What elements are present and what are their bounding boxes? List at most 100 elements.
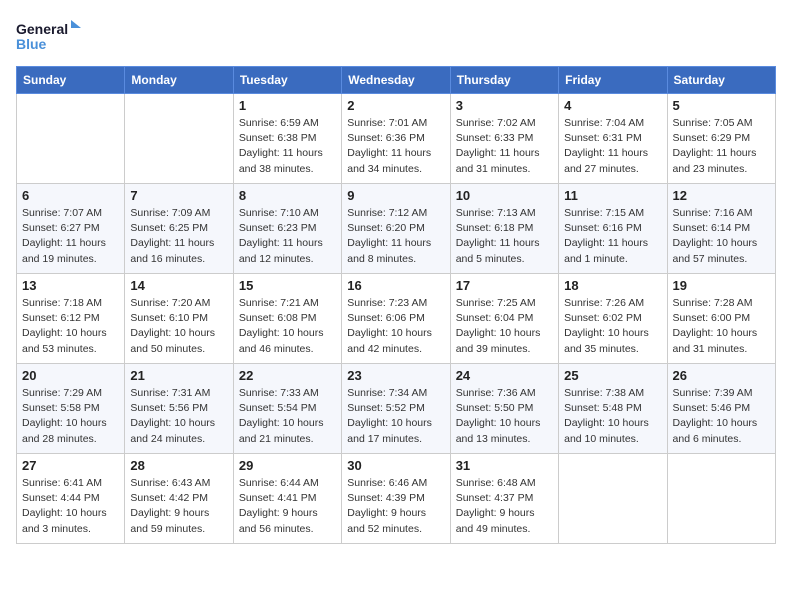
- calendar-cell: 18Sunrise: 7:26 AM Sunset: 6:02 PM Dayli…: [559, 274, 667, 364]
- day-number: 25: [564, 368, 661, 383]
- day-number: 8: [239, 188, 336, 203]
- day-number: 28: [130, 458, 227, 473]
- day-number: 5: [673, 98, 770, 113]
- day-info: Sunrise: 7:02 AM Sunset: 6:33 PM Dayligh…: [456, 116, 553, 177]
- calendar-cell: 4 Sunrise: 7:04 AM Sunset: 6:31 PM Daylig…: [559, 94, 667, 184]
- logo-svg: GeneralBlue: [16, 16, 86, 58]
- day-number: 29: [239, 458, 336, 473]
- day-number: 23: [347, 368, 444, 383]
- day-info: Sunrise: 7:39 AM Sunset: 5:46 PM Dayligh…: [673, 386, 770, 447]
- calendar-cell: 15 Sunrise: 7:21 AM Sunset: 6:08 PM Dayli…: [233, 274, 341, 364]
- day-number: 22: [239, 368, 336, 383]
- calendar-week-3: 13 Sunrise: 7:18 AM Sunset: 6:12 PM Dayli…: [17, 274, 776, 364]
- day-info: Sunrise: 7:18 AM Sunset: 6:12 PM Dayligh…: [22, 296, 119, 357]
- day-number: 9: [347, 188, 444, 203]
- day-info: Sunrise: 7:01 AM Sunset: 6:36 PM Dayligh…: [347, 116, 444, 177]
- day-number: 2: [347, 98, 444, 113]
- day-info: Sunrise: 7:20 AM Sunset: 6:10 PM Dayligh…: [130, 296, 227, 357]
- day-number: 16: [347, 278, 444, 293]
- day-info: Sunrise: 7:05 AM Sunset: 6:29 PM Dayligh…: [673, 116, 770, 177]
- day-number: 30: [347, 458, 444, 473]
- calendar-cell: 28 Sunrise: 6:43 AM Sunset: 4:42 PM Dayli…: [125, 454, 233, 544]
- day-info: Sunrise: 7:13 AM Sunset: 6:18 PM Dayligh…: [456, 206, 553, 267]
- day-info: Sunrise: 6:41 AM Sunset: 4:44 PM Dayligh…: [22, 476, 119, 537]
- day-info: Sunrise: 7:36 AM Sunset: 5:50 PM Dayligh…: [456, 386, 553, 447]
- day-number: 11: [564, 188, 661, 203]
- page-header: GeneralBlue: [16, 16, 776, 58]
- calendar-cell: 9 Sunrise: 7:12 AM Sunset: 6:20 PM Daylig…: [342, 184, 450, 274]
- day-info: Sunrise: 6:46 AM Sunset: 4:39 PM Dayligh…: [347, 476, 444, 537]
- calendar-cell: 25 Sunrise: 7:38 AM Sunset: 5:48 PM Dayli…: [559, 364, 667, 454]
- col-header-friday: Friday: [559, 67, 667, 94]
- calendar-cell: 22 Sunrise: 7:33 AM Sunset: 5:54 PM Dayli…: [233, 364, 341, 454]
- calendar-cell: 29Sunrise: 6:44 AM Sunset: 4:41 PM Dayli…: [233, 454, 341, 544]
- calendar-cell: 14 Sunrise: 7:20 AM Sunset: 6:10 PM Dayli…: [125, 274, 233, 364]
- day-number: 14: [130, 278, 227, 293]
- calendar-cell: 24Sunrise: 7:36 AM Sunset: 5:50 PM Dayli…: [450, 364, 558, 454]
- calendar-week-2: 6 Sunrise: 7:07 AM Sunset: 6:27 PM Daylig…: [17, 184, 776, 274]
- day-info: Sunrise: 7:15 AM Sunset: 6:16 PM Dayligh…: [564, 206, 661, 267]
- col-header-sunday: Sunday: [17, 67, 125, 94]
- day-number: 31: [456, 458, 553, 473]
- day-number: 17: [456, 278, 553, 293]
- calendar-cell: 23 Sunrise: 7:34 AM Sunset: 5:52 PM Dayli…: [342, 364, 450, 454]
- day-number: 15: [239, 278, 336, 293]
- svg-text:Blue: Blue: [16, 36, 47, 52]
- svg-text:General: General: [16, 21, 68, 37]
- day-number: 10: [456, 188, 553, 203]
- day-info: Sunrise: 7:38 AM Sunset: 5:48 PM Dayligh…: [564, 386, 661, 447]
- day-number: 13: [22, 278, 119, 293]
- calendar-cell: [667, 454, 775, 544]
- day-info: Sunrise: 6:48 AM Sunset: 4:37 PM Dayligh…: [456, 476, 553, 537]
- day-info: Sunrise: 7:04 AM Sunset: 6:31 PM Dayligh…: [564, 116, 661, 177]
- calendar-cell: 17 Sunrise: 7:25 AM Sunset: 6:04 PM Dayli…: [450, 274, 558, 364]
- calendar-cell: [125, 94, 233, 184]
- day-info: Sunrise: 7:34 AM Sunset: 5:52 PM Dayligh…: [347, 386, 444, 447]
- day-number: 19: [673, 278, 770, 293]
- calendar-cell: 2 Sunrise: 7:01 AM Sunset: 6:36 PM Daylig…: [342, 94, 450, 184]
- day-number: 20: [22, 368, 119, 383]
- day-info: Sunrise: 6:43 AM Sunset: 4:42 PM Dayligh…: [130, 476, 227, 537]
- day-number: 12: [673, 188, 770, 203]
- day-number: 1: [239, 98, 336, 113]
- day-info: Sunrise: 7:33 AM Sunset: 5:54 PM Dayligh…: [239, 386, 336, 447]
- calendar-table: SundayMondayTuesdayWednesdayThursdayFrid…: [16, 66, 776, 544]
- logo: GeneralBlue: [16, 16, 86, 58]
- calendar-cell: [559, 454, 667, 544]
- day-info: Sunrise: 7:07 AM Sunset: 6:27 PM Dayligh…: [22, 206, 119, 267]
- calendar-cell: 3 Sunrise: 7:02 AM Sunset: 6:33 PM Daylig…: [450, 94, 558, 184]
- day-number: 4: [564, 98, 661, 113]
- calendar-cell: 1 Sunrise: 6:59 AM Sunset: 6:38 PM Daylig…: [233, 94, 341, 184]
- calendar-cell: 10 Sunrise: 7:13 AM Sunset: 6:18 PM Dayli…: [450, 184, 558, 274]
- calendar-cell: [17, 94, 125, 184]
- day-info: Sunrise: 7:26 AM Sunset: 6:02 PM Dayligh…: [564, 296, 661, 357]
- day-info: Sunrise: 7:21 AM Sunset: 6:08 PM Dayligh…: [239, 296, 336, 357]
- day-info: Sunrise: 6:59 AM Sunset: 6:38 PM Dayligh…: [239, 116, 336, 177]
- day-info: Sunrise: 7:23 AM Sunset: 6:06 PM Dayligh…: [347, 296, 444, 357]
- day-number: 3: [456, 98, 553, 113]
- day-number: 7: [130, 188, 227, 203]
- calendar-cell: 27Sunrise: 6:41 AM Sunset: 4:44 PM Dayli…: [17, 454, 125, 544]
- calendar-cell: 11 Sunrise: 7:15 AM Sunset: 6:16 PM Dayli…: [559, 184, 667, 274]
- col-header-wednesday: Wednesday: [342, 67, 450, 94]
- calendar-cell: 7 Sunrise: 7:09 AM Sunset: 6:25 PM Daylig…: [125, 184, 233, 274]
- day-info: Sunrise: 7:16 AM Sunset: 6:14 PM Dayligh…: [673, 206, 770, 267]
- calendar-cell: 8Sunrise: 7:10 AM Sunset: 6:23 PM Daylig…: [233, 184, 341, 274]
- day-number: 21: [130, 368, 227, 383]
- day-info: Sunrise: 7:09 AM Sunset: 6:25 PM Dayligh…: [130, 206, 227, 267]
- calendar-cell: 30 Sunrise: 6:46 AM Sunset: 4:39 PM Dayli…: [342, 454, 450, 544]
- calendar-week-1: 1 Sunrise: 6:59 AM Sunset: 6:38 PM Daylig…: [17, 94, 776, 184]
- day-info: Sunrise: 7:12 AM Sunset: 6:20 PM Dayligh…: [347, 206, 444, 267]
- col-header-monday: Monday: [125, 67, 233, 94]
- day-info: Sunrise: 7:29 AM Sunset: 5:58 PM Dayligh…: [22, 386, 119, 447]
- day-number: 6: [22, 188, 119, 203]
- col-header-saturday: Saturday: [667, 67, 775, 94]
- calendar-cell: 5 Sunrise: 7:05 AM Sunset: 6:29 PM Daylig…: [667, 94, 775, 184]
- day-info: Sunrise: 7:25 AM Sunset: 6:04 PM Dayligh…: [456, 296, 553, 357]
- day-info: Sunrise: 7:28 AM Sunset: 6:00 PM Dayligh…: [673, 296, 770, 357]
- calendar-week-4: 20 Sunrise: 7:29 AM Sunset: 5:58 PM Dayli…: [17, 364, 776, 454]
- calendar-cell: 21Sunrise: 7:31 AM Sunset: 5:56 PM Dayli…: [125, 364, 233, 454]
- calendar-cell: 12 Sunrise: 7:16 AM Sunset: 6:14 PM Dayli…: [667, 184, 775, 274]
- calendar-cell: 6 Sunrise: 7:07 AM Sunset: 6:27 PM Daylig…: [17, 184, 125, 274]
- col-header-tuesday: Tuesday: [233, 67, 341, 94]
